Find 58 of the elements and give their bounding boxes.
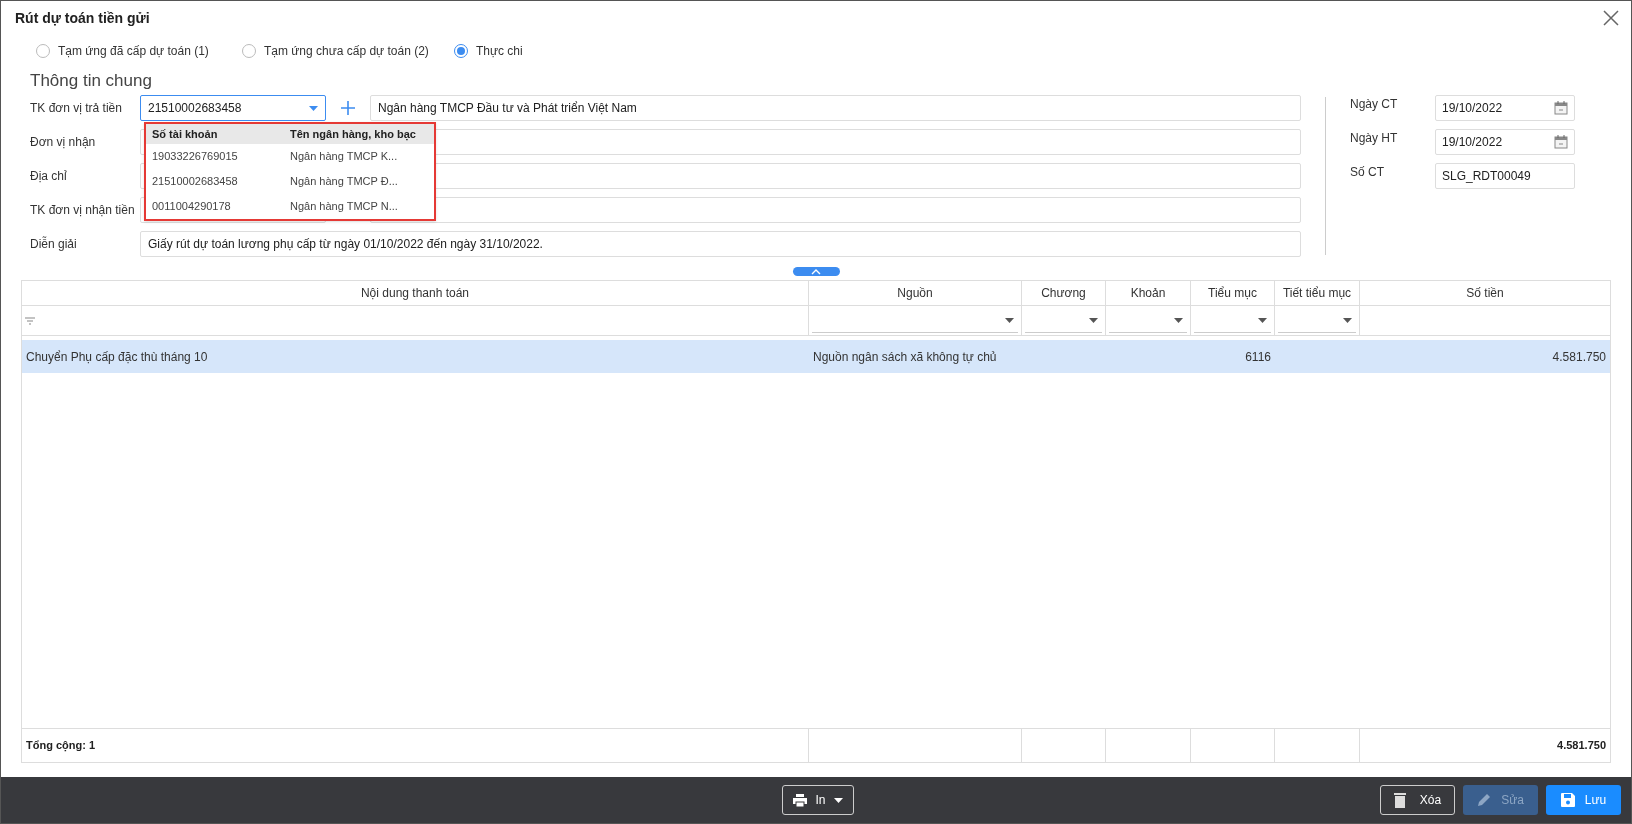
column-header: Số tài khoản xyxy=(152,126,219,142)
column-header: Nội dung thanh toán xyxy=(360,285,470,302)
input-field[interactable]: SLG_RDT00049 xyxy=(1435,163,1575,189)
dialog-title: Rút dự toán tiền gửi xyxy=(15,8,150,28)
column-header: Số tiền xyxy=(1466,285,1504,302)
calendar-icon[interactable] xyxy=(1554,101,1568,115)
column-header: Chương xyxy=(1041,285,1086,302)
total-label: Tổng cộng: 1 xyxy=(26,738,96,754)
dropdown-option[interactable]: 21510002683458 Ngân hàng TMCP Đ... xyxy=(146,169,434,194)
caret-down-icon xyxy=(1174,317,1183,323)
save-icon xyxy=(1560,793,1575,807)
column-header: Tên ngân hàng, kho bạc xyxy=(290,126,417,143)
field-label: Ngày CT xyxy=(1350,96,1399,113)
date-field[interactable]: 19/10/2022 xyxy=(1435,95,1575,121)
field-label: TK đơn vị nhận tiền xyxy=(30,202,136,219)
dropdown-option[interactable]: 19033226769015 Ngân hàng TMCP K... xyxy=(146,144,434,169)
table-cell: Nguồn ngân sách xã không tự chủ xyxy=(813,349,997,364)
table-row[interactable]: Chuyển Phụ cấp đặc thù tháng 10 Nguồn ngân sách xã không tự chủ 6116 4.581.750 xyxy=(22,340,1610,373)
printer-icon xyxy=(793,793,808,807)
radio-label[interactable]: Tạm ứng chưa cấp dự toán (2) xyxy=(264,42,429,60)
dropdown-option[interactable]: 0011004290178 Ngân hàng TMCP N... xyxy=(146,194,434,219)
chevron-up-icon xyxy=(811,268,821,275)
field-label: TK đơn vị trả tiền xyxy=(30,100,123,117)
close-icon[interactable] xyxy=(1603,10,1619,26)
print-button[interactable]: In xyxy=(782,785,854,815)
caret-down-icon xyxy=(1005,317,1014,323)
column-header: Nguồn xyxy=(897,285,933,302)
caret-down-icon xyxy=(1089,317,1098,323)
column-header: Tiểu mục xyxy=(1208,285,1257,302)
table-cell: 4.581.750 xyxy=(1552,349,1606,364)
column-header: Tiết tiểu mục xyxy=(1282,285,1352,302)
description-field[interactable]: Giấy rút dự toán lương phụ cấp từ ngày 01/10/2022 đến ngày 31/10/2022. xyxy=(140,231,1301,257)
calendar-icon[interactable] xyxy=(1554,135,1568,149)
column-header: Khoản xyxy=(1130,285,1166,302)
field-label: Địa chỉ xyxy=(30,168,68,185)
section-title: Thông tin chung xyxy=(29,70,153,92)
caret-down-icon xyxy=(309,105,318,111)
trash-icon xyxy=(1393,792,1406,808)
caret-down-icon xyxy=(833,797,843,803)
radio-label[interactable]: Tạm ứng đã cấp dự toán (1) xyxy=(58,42,209,60)
table-cell: Chuyển Phụ cấp đặc thù tháng 10 xyxy=(26,349,208,364)
caret-down-icon xyxy=(1258,317,1267,323)
collapse-button[interactable] xyxy=(792,267,840,276)
delete-button[interactable]: Xóa xyxy=(1380,785,1455,815)
account-combobox[interactable]: 21510002683458 xyxy=(140,95,326,121)
filter-icon[interactable] xyxy=(25,316,35,325)
field-label: Số CT xyxy=(1350,164,1385,181)
radio-label[interactable]: Thực chi xyxy=(476,42,523,60)
pencil-icon xyxy=(1477,793,1492,807)
table-cell: 6116 xyxy=(1245,349,1271,364)
total-amount: 4.581.750 xyxy=(1557,738,1606,754)
add-icon[interactable] xyxy=(341,101,355,115)
date-field[interactable]: 19/10/2022 xyxy=(1435,129,1575,155)
bank-name-field[interactable]: Ngân hàng TMCP Đầu tư và Phát triển Việt Nam xyxy=(370,95,1301,121)
field-label: Đơn vị nhận xyxy=(30,134,97,151)
caret-down-icon xyxy=(1343,317,1352,323)
field-label: Ngày HT xyxy=(1350,130,1399,147)
field-label: Diễn giải xyxy=(30,235,78,253)
